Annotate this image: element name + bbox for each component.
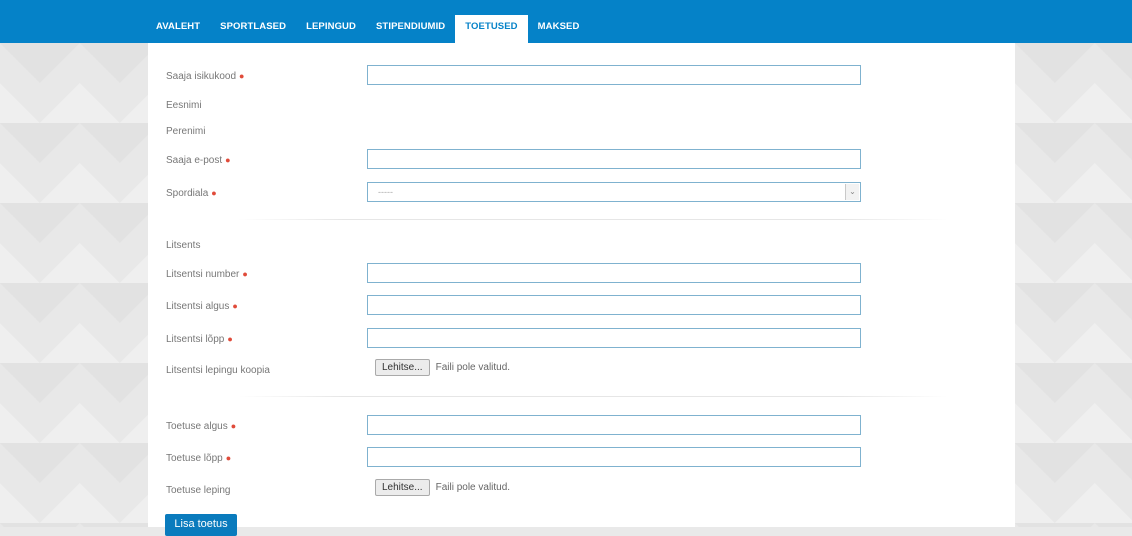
litsentsi-algus-label: Litsentsi algus ● <box>166 301 238 312</box>
perenimi-label: Perenimi <box>166 126 206 137</box>
spordiala-select[interactable]: ----- ⌄ <box>367 182 861 202</box>
nav-item-toetused[interactable]: TOETUSED <box>455 15 528 43</box>
toetuse-leping-browse-button[interactable]: Lehitse... <box>375 479 430 496</box>
toetuse-lopp-label: Toetuse lõpp ● <box>166 453 232 464</box>
spordiala-label: Spordiala ● <box>166 188 217 199</box>
litsentsi-number-label: Litsentsi number ● <box>166 269 248 280</box>
litsentsi-koopia-browse-button[interactable]: Lehitse... <box>375 359 430 376</box>
litsentsi-lopp-input[interactable] <box>367 328 861 348</box>
row-litsents-heading: Litsents <box>148 234 1015 258</box>
toetuse-algus-input[interactable] <box>367 415 861 435</box>
litsentsi-koopia-file-picker: Lehitse... Faili pole valitud. <box>375 359 510 376</box>
nav-item-lepingud[interactable]: LEPINGUD <box>296 15 366 43</box>
row-toetuse-algus: Toetuse algus ● <box>148 415 1015 439</box>
required-marker: ● <box>227 334 233 344</box>
row-litsentsi-lopp: Litsentsi lõpp ● <box>148 328 1015 352</box>
section-divider <box>238 396 948 397</box>
toetuse-lopp-input[interactable] <box>367 447 861 467</box>
required-marker: ● <box>211 188 217 198</box>
litsentsi-koopia-label: Litsentsi lepingu koopia <box>166 365 270 376</box>
toetuse-leping-file-picker: Lehitse... Faili pole valitud. <box>375 479 510 496</box>
toetuse-leping-label: Toetuse leping <box>166 485 231 496</box>
chevron-down-icon[interactable]: ⌄ <box>845 184 859 200</box>
submit-button[interactable]: Lisa toetus <box>165 514 237 536</box>
litsentsi-koopia-file-status: Faili pole valitud. <box>435 362 511 373</box>
litsentsi-algus-input[interactable] <box>367 295 861 315</box>
required-marker: ● <box>242 269 248 279</box>
row-eesnimi: Eesnimi <box>148 94 1015 118</box>
nav-item-avaleht[interactable]: AVALEHT <box>146 15 210 43</box>
epost-input[interactable] <box>367 149 861 169</box>
top-navigation-bar: AVALEHT SPORTLASED LEPINGUD STIPENDIUMID… <box>0 0 1132 43</box>
litsentsi-lopp-label: Litsentsi lõpp ● <box>166 334 233 345</box>
eesnimi-label: Eesnimi <box>166 100 202 111</box>
nav-item-stipendiumid[interactable]: STIPENDIUMID <box>366 15 455 43</box>
required-marker: ● <box>225 155 231 165</box>
toetuse-leping-file-status: Faili pole valitud. <box>435 482 511 493</box>
row-toetuse-lopp: Toetuse lõpp ● <box>148 447 1015 471</box>
row-spordiala: Spordiala ● ----- ⌄ <box>148 182 1015 206</box>
required-marker: ● <box>230 421 237 431</box>
toetuse-algus-label: Toetuse algus ● <box>166 421 237 432</box>
section-divider <box>238 219 948 220</box>
spordiala-selected-value: ----- <box>378 187 393 197</box>
row-litsentsi-algus: Litsentsi algus ● <box>148 295 1015 319</box>
required-marker: ● <box>239 71 245 81</box>
row-litsentsi-number: Litsentsi number ● <box>148 263 1015 287</box>
background-pattern-right <box>1015 43 1132 527</box>
isikukood-label: Saaja isikukood ● <box>166 71 245 82</box>
row-toetuse-leping: Toetuse leping Lehitse... Faili pole val… <box>148 479 1015 503</box>
litsentsi-number-input[interactable] <box>367 263 861 283</box>
row-litsentsi-koopia: Litsentsi lepingu koopia Lehitse... Fail… <box>148 359 1015 383</box>
row-isikukood: Saaja isikukood ● <box>148 65 1015 89</box>
main-nav: AVALEHT SPORTLASED LEPINGUD STIPENDIUMID… <box>146 15 589 43</box>
background-pattern-left <box>0 43 148 527</box>
litsents-section-heading: Litsents <box>166 240 201 251</box>
nav-item-sportlased[interactable]: SPORTLASED <box>210 15 296 43</box>
row-epost: Saaja e-post ● <box>148 149 1015 173</box>
nav-item-maksed[interactable]: MAKSED <box>528 15 590 43</box>
form-panel: Saaja isikukood ● Eesnimi Perenimi Saaja … <box>148 43 1015 536</box>
required-marker: ● <box>232 301 238 311</box>
row-perenimi: Perenimi <box>148 120 1015 144</box>
epost-label: Saaja e-post ● <box>166 155 231 166</box>
required-marker: ● <box>225 453 232 463</box>
isikukood-input[interactable] <box>367 65 861 85</box>
